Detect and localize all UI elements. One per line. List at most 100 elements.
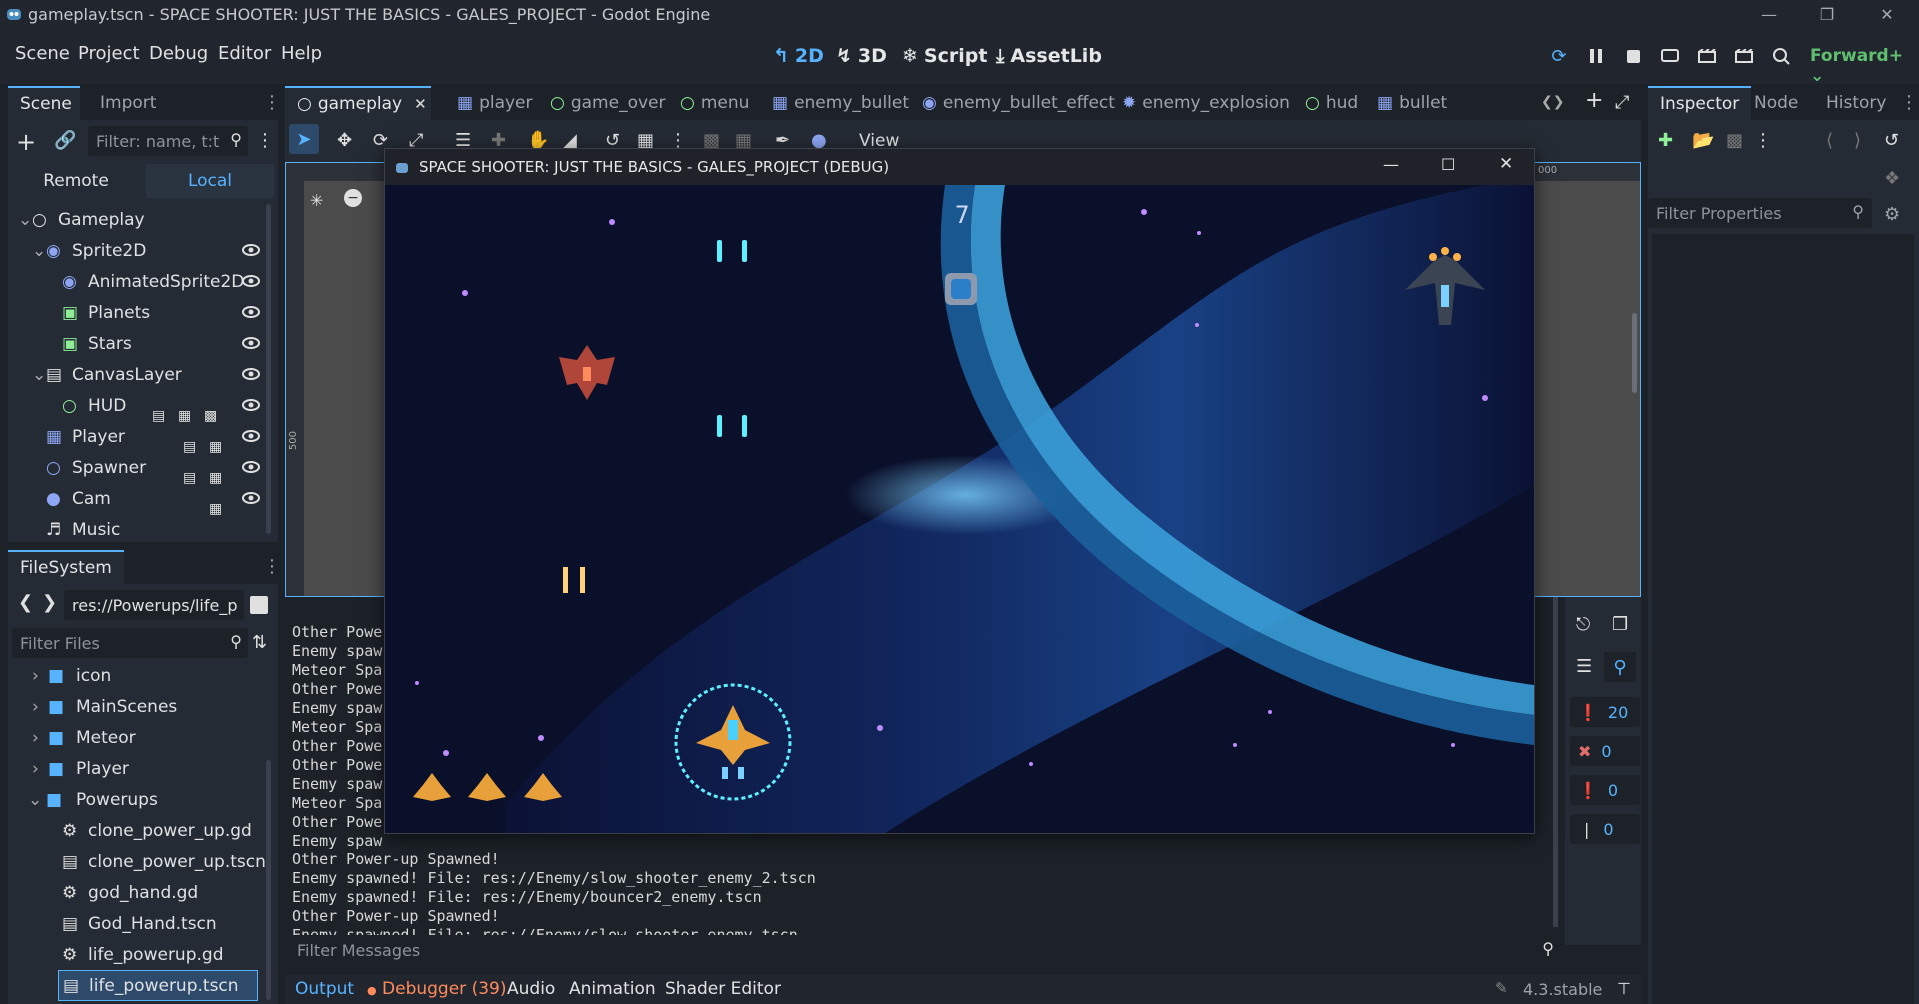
visibility-eye-icon[interactable]: [242, 368, 260, 380]
scene-tree-scrollbar[interactable]: [266, 204, 271, 534]
lock-icon[interactable]: ▩: [204, 408, 217, 424]
list-item[interactable]: › ■ MainScenes: [32, 691, 177, 722]
split-view-icon[interactable]: [250, 596, 268, 614]
scene-filter-input[interactable]: Filter: name, t:t ⚲: [88, 126, 248, 156]
minimize-button[interactable]: —: [1742, 0, 1796, 29]
save-icon[interactable]: ▩: [1726, 130, 1743, 151]
clapper-icon[interactable]: ▤: [183, 439, 196, 455]
dock-menu-icon[interactable]: ⋮: [263, 556, 281, 577]
tab-shader-editor[interactable]: Shader Editor: [665, 979, 781, 999]
menu-debug[interactable]: Debug: [149, 43, 208, 64]
game-maximize-button[interactable]: ☐: [1441, 155, 1455, 174]
clapper-icon[interactable]: ▤: [183, 470, 196, 486]
scene-tab-player[interactable]: ▦ player: [445, 86, 545, 120]
scene-options-icon[interactable]: ⋮: [256, 130, 274, 151]
reload-scene-icon[interactable]: ⟳: [1545, 42, 1573, 70]
filesystem-scrollbar[interactable]: [266, 760, 271, 1000]
clear-output-icon[interactable]: ⎋: [1576, 614, 1590, 635]
list-item[interactable]: ⌄ ■ Powerups: [28, 784, 158, 815]
visibility-eye-icon[interactable]: [242, 492, 260, 504]
remote-tab[interactable]: Remote: [8, 164, 144, 198]
doc-icon[interactable]: ❖: [1884, 168, 1900, 189]
script-attached-icon[interactable]: ▦: [209, 439, 222, 455]
scene-tab-enemy-bullet-effect[interactable]: ◉ enemy_bullet_effect: [910, 86, 1127, 120]
back-arrow-icon[interactable]: ❮: [18, 592, 33, 613]
workspace-2d-button[interactable]: ↰ 2D: [773, 41, 824, 71]
tab-animation[interactable]: Animation: [569, 979, 656, 999]
viewport-scrollbar[interactable]: [1632, 313, 1637, 393]
new-resource-icon[interactable]: ✚: [1658, 130, 1673, 151]
tree-row[interactable]: ● Cam: [46, 483, 111, 514]
close-tab-icon[interactable]: ✕: [414, 95, 427, 113]
copy-output-icon[interactable]: ❐: [1612, 614, 1628, 635]
game-close-button[interactable]: ✕: [1499, 154, 1513, 174]
link-icon[interactable]: 🔗: [54, 130, 76, 151]
game-minimize-button[interactable]: —: [1383, 155, 1399, 174]
close-window-button[interactable]: ✕: [1860, 0, 1914, 29]
script-attached-icon[interactable]: ▦: [209, 501, 222, 517]
history-icon[interactable]: ↺: [1884, 130, 1899, 151]
list-item[interactable]: ⚙ life_powerup.gd: [62, 939, 224, 970]
history-back-icon[interactable]: ⟨: [1826, 130, 1833, 151]
menu-project[interactable]: Project: [78, 43, 140, 64]
scene-tab-menu[interactable]: ○ menu: [668, 86, 761, 120]
scene-tab-enemy-bullet[interactable]: ▦ enemy_bullet: [760, 86, 921, 120]
workspace-3d-button[interactable]: ↯ 3D: [836, 41, 887, 71]
tab-history[interactable]: History: [1814, 86, 1898, 120]
menu-scene[interactable]: Scene: [15, 43, 70, 64]
restore-button[interactable]: ❐: [1800, 0, 1854, 29]
more-options-icon[interactable]: ⋮: [1754, 130, 1772, 151]
run-custom-scene-icon[interactable]: [1730, 42, 1758, 70]
tab-node[interactable]: Node: [1742, 86, 1810, 120]
visibility-eye-icon[interactable]: [242, 337, 260, 349]
sort-icon[interactable]: ⇅: [252, 632, 267, 653]
visibility-eye-icon[interactable]: [242, 430, 260, 442]
scene-tab-bullet[interactable]: ▦ bullet: [1365, 86, 1459, 120]
script-attached-icon[interactable]: ▦: [178, 408, 191, 424]
list-item[interactable]: ⚙ clone_power_up.gd: [62, 815, 252, 846]
filter-messages-input[interactable]: Filter Messages ⚲: [289, 935, 1566, 965]
forward-arrow-icon[interactable]: ❯: [42, 592, 57, 613]
tree-row[interactable]: ⌄ ▤ CanvasLayer: [32, 359, 182, 390]
remote-debug-icon[interactable]: [1656, 42, 1684, 70]
tab-scroll-icon[interactable]: ❮❯: [1541, 94, 1564, 110]
add-node-button[interactable]: +: [16, 128, 36, 156]
list-item[interactable]: ⚙ god_hand.gd: [62, 877, 198, 908]
tab-debugger[interactable]: ● Debugger (39): [367, 979, 506, 999]
workspace-script-button[interactable]: ❄ Script: [902, 41, 987, 71]
distraction-free-icon[interactable]: ⤢: [1615, 92, 1629, 113]
list-item[interactable]: › ■ Player: [32, 753, 129, 784]
menu-help[interactable]: Help: [281, 43, 322, 64]
select-tool-icon[interactable]: ➤: [289, 124, 319, 154]
zoom-center-icon[interactable]: ✳: [310, 191, 323, 210]
game-window[interactable]: SPACE SHOOTER: JUST THE BASICS - GALES_P…: [384, 148, 1535, 834]
scene-tab-hud[interactable]: ○ hud: [1293, 86, 1370, 120]
tree-row[interactable]: ▣ Stars: [62, 328, 132, 359]
collapse-icon[interactable]: ☰: [1576, 656, 1592, 677]
tree-row[interactable]: ▣ Planets: [62, 297, 150, 328]
move-tool-icon[interactable]: ✥: [337, 130, 352, 151]
scene-tab-enemy-explosion[interactable]: ✹ enemy_explosion: [1110, 86, 1302, 120]
path-field[interactable]: res://Powerups/life_p: [64, 590, 244, 620]
open-folder-icon[interactable]: 📂: [1692, 130, 1714, 151]
tree-row[interactable]: ♬ Music: [46, 514, 120, 545]
tree-row[interactable]: ▦ Player: [46, 421, 125, 452]
visibility-eye-icon[interactable]: [242, 399, 260, 411]
warnings-filter-button[interactable]: ❗ 0: [1570, 775, 1640, 805]
zoom-out-icon[interactable]: −: [344, 189, 362, 207]
history-forward-icon[interactable]: ⟩: [1854, 130, 1861, 151]
movie-maker-icon[interactable]: [1767, 42, 1795, 70]
visibility-eye-icon[interactable]: [242, 306, 260, 318]
list-item[interactable]: › ■ icon: [32, 660, 111, 691]
filter-files-input[interactable]: Filter Files ⚲: [12, 628, 248, 658]
game-viewport[interactable]: 7: [385, 185, 1534, 833]
dock-menu-icon[interactable]: ⋮: [1900, 92, 1918, 113]
tree-row[interactable]: ○ HUD: [62, 390, 126, 421]
clapper-icon[interactable]: ▤: [152, 408, 165, 424]
tree-row[interactable]: ○ Spawner: [46, 452, 146, 483]
output-scrollbar[interactable]: [1553, 597, 1558, 927]
list-item[interactable]: ▤ God_Hand.tscn: [62, 908, 217, 939]
workspace-assetlib-button[interactable]: ⤓ AssetLib: [996, 41, 1102, 71]
messages-filter-button[interactable]: ❗ 20: [1570, 697, 1640, 727]
local-tab[interactable]: Local: [146, 164, 274, 198]
